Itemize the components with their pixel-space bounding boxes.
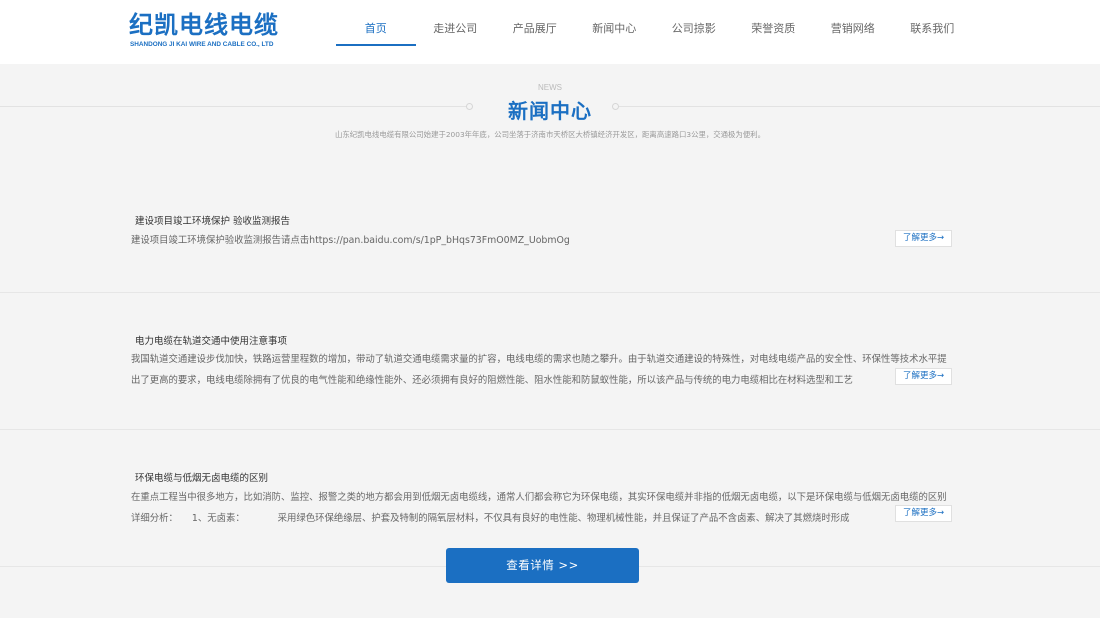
section-subtitle-en: NEWS xyxy=(538,83,562,92)
news-section-heading: NEWS 新闻中心 山东纪凯电线电缆有限公司始建于2003年年底，公司坐落于济南… xyxy=(0,64,1100,154)
nav-item-home[interactable]: 首页 xyxy=(336,0,416,64)
logo[interactable]: 纪凯电线电缆 SHANDONG JI KAI WIRE AND CABLE CO… xyxy=(129,10,278,52)
read-more-button[interactable]: 了解更多→ xyxy=(895,505,952,522)
nav-item-gallery[interactable]: 公司掠影 xyxy=(654,0,734,64)
nav-item-network[interactable]: 营销网络 xyxy=(813,0,893,64)
section-title: 新闻中心 xyxy=(508,99,592,123)
view-details-button[interactable]: 查看详情 >> xyxy=(446,548,639,583)
nav-item-about[interactable]: 走进公司 xyxy=(416,0,496,64)
read-more-button[interactable]: 了解更多→ xyxy=(895,230,952,247)
news-item-summary: 在重点工程当中很多地方，比如消防、监控、报警之类的地方都会用到低烟无卤电缆线，通… xyxy=(131,492,947,524)
news-item-title[interactable]: 建设项目竣工环境保护 验收监测报告 xyxy=(135,213,290,227)
nav-item-news[interactable]: 新闻中心 xyxy=(575,0,655,64)
main-nav: 首页 走进公司 产品展厅 新闻中心 公司掠影 荣誉资质 营销网络 联系我们 xyxy=(336,0,972,64)
news-item-summary: 我国轨道交通建设步伐加快，铁路运营里程数的增加，带动了轨道交通电缆需求量的扩容，… xyxy=(131,354,947,386)
site-header: 纪凯电线电缆 SHANDONG JI KAI WIRE AND CABLE CO… xyxy=(0,0,1100,64)
news-item: 建设项目竣工环境保护 验收监测报告 建设项目竣工环境保护验收监测报告请点击htt… xyxy=(0,154,1100,293)
nav-item-products[interactable]: 产品展厅 xyxy=(495,0,575,64)
logo-subtitle: SHANDONG JI KAI WIRE AND CABLE CO., LTD xyxy=(130,41,274,48)
logo-text: 纪凯电线电缆 xyxy=(129,11,279,39)
news-item: 环保电缆与低烟无卤电缆的区别 在重点工程当中很多地方，比如消防、监控、报警之类的… xyxy=(0,430,1100,567)
read-more-button[interactable]: 了解更多→ xyxy=(895,368,952,385)
nav-item-contact[interactable]: 联系我们 xyxy=(893,0,973,64)
news-item-summary: 建设项目竣工环境保护验收监测报告请点击https://pan.baidu.com… xyxy=(131,235,570,246)
news-item-title[interactable]: 电力电缆在轨道交通中使用注意事项 xyxy=(135,333,287,347)
nav-item-honors[interactable]: 荣誉资质 xyxy=(734,0,814,64)
section-description: 山东纪凯电线电缆有限公司始建于2003年年底，公司坐落于济南市天桥区大桥镇经济开… xyxy=(334,130,765,139)
news-item: 电力电缆在轨道交通中使用注意事项 我国轨道交通建设步伐加快，铁路运营里程数的增加… xyxy=(0,293,1100,430)
news-item-title[interactable]: 环保电缆与低烟无卤电缆的区别 xyxy=(135,470,268,484)
